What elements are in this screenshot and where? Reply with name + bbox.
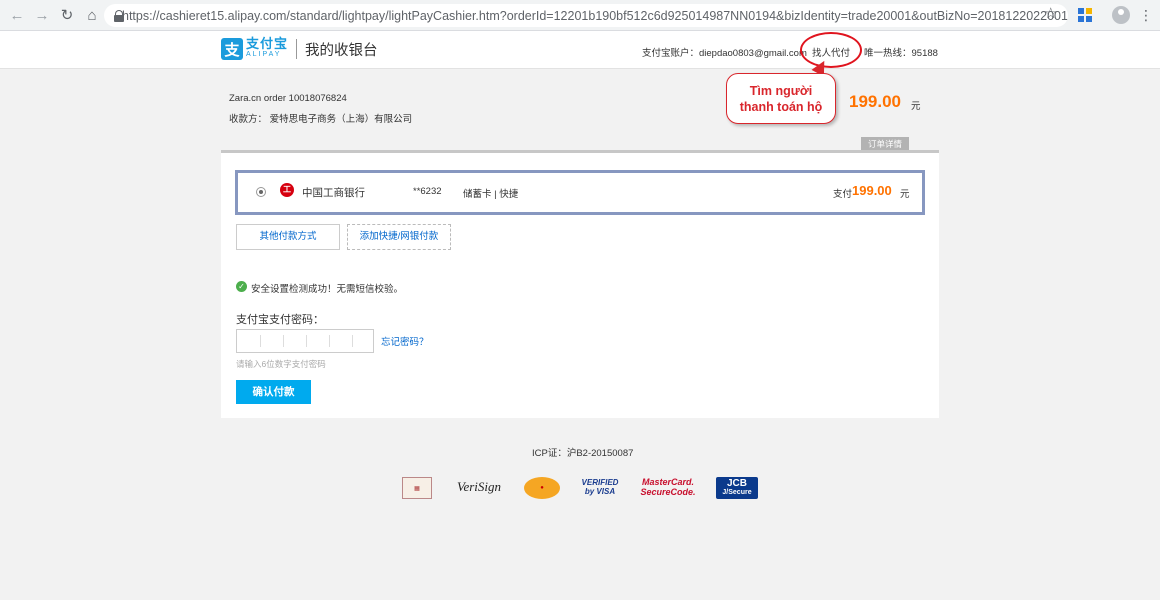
password-label: 支付宝支付密码： xyxy=(236,314,324,326)
back-icon[interactable]: ← xyxy=(6,4,28,26)
logo-divider xyxy=(296,39,298,59)
annotation-callout: Tìm người thanh toán hộ xyxy=(726,73,836,124)
pay-amount: 199.00 xyxy=(852,183,892,198)
add-card-button[interactable]: 添加快捷/网银付款 xyxy=(347,224,451,250)
bank-name: 中国工商银行 xyxy=(302,187,365,199)
mastercard-securecode-badge[interactable]: MasterCard. SecureCode. xyxy=(640,474,696,500)
payment-card: 工 中国工商银行 **6232 储蓄卡 | 快捷 支付 199.00 元 其他付… xyxy=(221,150,939,418)
annotation-circle xyxy=(800,32,862,68)
security-badges: ▦ VeriSign ● VERIFIED by VISA MasterCard… xyxy=(402,474,762,502)
bookmark-star-icon[interactable]: ☆ xyxy=(1044,4,1057,22)
card-type: 储蓄卡 | 快捷 xyxy=(463,189,519,200)
icbc-bank-icon: 工 xyxy=(280,183,294,197)
alipay-logo[interactable]: 支 支付宝 ALIPAY 我的收银台 xyxy=(221,36,378,60)
payment-password-input[interactable] xyxy=(236,329,374,353)
extension-icon[interactable] xyxy=(1078,8,1092,22)
logo-cn-text: 支付宝 xyxy=(246,36,289,51)
jcb-jsecure-badge[interactable]: JCB J/Secure xyxy=(716,477,758,499)
order-detail-tab[interactable]: 订单详情 xyxy=(861,137,909,151)
browser-menu-icon[interactable]: ⋮ xyxy=(1139,6,1153,24)
order-total-unit: 元 xyxy=(911,101,921,112)
pay-unit: 元 xyxy=(900,189,910,200)
card-number: **6232 xyxy=(413,186,442,197)
payment-method-row[interactable]: 工 中国工商银行 **6232 储蓄卡 | 快捷 支付 199.00 元 xyxy=(235,170,925,215)
forgot-password-link[interactable]: 忘记密码？ xyxy=(381,334,429,348)
license-certificate-icon[interactable]: ▦ xyxy=(402,477,432,499)
payee-info: 收款方： 爱特思电子商务（上海）有限公司 xyxy=(229,114,413,125)
security-check-message: 安全设置检测成功！无需短信校验。 xyxy=(251,284,404,295)
browser-toolbar: ← → ↻ ⌂ https://cashieret15.alipay.com/s… xyxy=(0,0,1160,31)
alipay-logo-icon: 支 xyxy=(221,38,243,60)
reload-icon[interactable]: ↻ xyxy=(56,4,78,26)
address-bar[interactable]: https://cashieret15.alipay.com/standard/… xyxy=(104,4,1068,27)
home-icon[interactable]: ⌂ xyxy=(81,4,103,26)
payment-radio[interactable] xyxy=(256,187,266,197)
profile-avatar-icon[interactable] xyxy=(1112,6,1130,24)
url-text: https://cashieret15.alipay.com/standard/… xyxy=(122,8,1068,23)
check-circle-icon: ✓ xyxy=(236,281,247,292)
hotline-text: 唯一热线：95188 xyxy=(864,48,938,59)
page-title: 我的收银台 xyxy=(305,42,378,59)
order-number: Zara.cn order 10018076824 xyxy=(229,93,347,104)
verified-by-visa-badge[interactable]: VERIFIED by VISA xyxy=(580,474,620,500)
cfca-badge-icon[interactable]: ● xyxy=(524,477,560,499)
callout-line-2: thanh toán hộ xyxy=(739,100,823,114)
icp-license: ICP证：沪B2-20150087 xyxy=(532,448,634,459)
order-total: 199.00 xyxy=(849,92,901,111)
verisign-badge[interactable]: VeriSign xyxy=(454,474,504,500)
confirm-payment-button[interactable]: 确认付款 xyxy=(236,380,311,404)
account-info: 支付宝账户：diepdao0803@gmail.com xyxy=(642,48,807,59)
forward-icon[interactable]: → xyxy=(31,4,53,26)
pay-label: 支付 xyxy=(833,189,853,200)
other-payment-methods-button[interactable]: 其他付款方式 xyxy=(236,224,340,250)
callout-line-1: Tìm người xyxy=(749,84,813,98)
password-hint: 请输入6位数字支付密码 xyxy=(236,359,326,369)
cashier-header: 支 支付宝 ALIPAY 我的收银台 支付宝账户：diepdao0803@gma… xyxy=(0,31,1160,69)
